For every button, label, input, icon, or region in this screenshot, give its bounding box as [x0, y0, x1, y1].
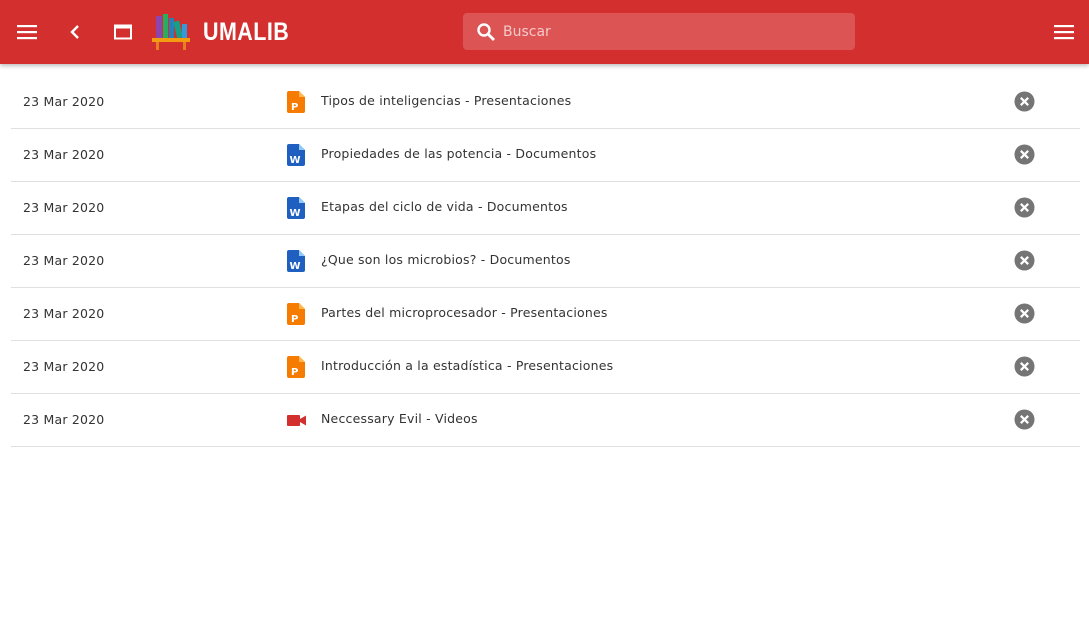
- history-row: 23 Mar 2020 P Partes del microprocesador…: [11, 288, 1080, 341]
- remove-icon[interactable]: [1014, 356, 1035, 377]
- window-icon[interactable]: [107, 16, 139, 48]
- chevron-left-icon[interactable]: [59, 16, 91, 48]
- svg-text:P: P: [291, 367, 298, 378]
- right-menu-icon[interactable]: [1048, 16, 1080, 48]
- row-date: 23 Mar 2020: [23, 94, 105, 109]
- word-document-icon: W: [287, 144, 305, 166]
- search-icon[interactable]: [476, 22, 496, 42]
- presentation-file-icon: P: [287, 91, 305, 113]
- history-row: 23 Mar 2020 P Introducción a la estadíst…: [11, 341, 1080, 394]
- row-date: 23 Mar 2020: [23, 147, 105, 162]
- history-row: 23 Mar 2020 W ¿Que son los microbios? - …: [11, 235, 1080, 288]
- row-title-link[interactable]: Introducción a la estadística - Presenta…: [321, 341, 613, 391]
- history-row: 23 Mar 2020 P Tipos de inteligencias - P…: [11, 76, 1080, 129]
- row-date: 23 Mar 2020: [23, 253, 105, 268]
- search-input[interactable]: [503, 13, 843, 50]
- row-date: 23 Mar 2020: [23, 359, 105, 374]
- remove-icon[interactable]: [1014, 303, 1035, 324]
- brand-title[interactable]: UMALIB: [203, 15, 289, 49]
- history-list: 23 Mar 2020 P Tipos de inteligencias - P…: [11, 76, 1080, 447]
- row-title-link[interactable]: ¿Que son los microbios? - Documentos: [321, 235, 571, 285]
- history-row: 23 Mar 2020 Neccessary Evil - Videos: [11, 394, 1080, 447]
- row-title-link[interactable]: Propiedades de las potencia - Documentos: [321, 129, 596, 179]
- row-title-link[interactable]: Partes del microprocesador - Presentacio…: [321, 288, 608, 338]
- remove-icon[interactable]: [1014, 91, 1035, 112]
- books-shelf-logo: [150, 12, 192, 52]
- history-row: 23 Mar 2020 W Etapas del ciclo de vida -…: [11, 182, 1080, 235]
- row-date: 23 Mar 2020: [23, 200, 105, 215]
- hamburger-menu-icon[interactable]: [11, 16, 43, 48]
- remove-icon[interactable]: [1014, 197, 1035, 218]
- remove-icon[interactable]: [1014, 250, 1035, 271]
- word-document-icon: W: [287, 250, 305, 272]
- remove-icon[interactable]: [1014, 144, 1035, 165]
- history-row: 23 Mar 2020 W Propiedades de las potenci…: [11, 129, 1080, 182]
- svg-text:W: W: [290, 261, 301, 272]
- row-title-link[interactable]: Tipos de inteligencias - Presentaciones: [321, 76, 571, 126]
- row-title-link[interactable]: Neccessary Evil - Videos: [321, 394, 478, 444]
- remove-icon[interactable]: [1014, 409, 1035, 430]
- row-date: 23 Mar 2020: [23, 306, 105, 321]
- presentation-file-icon: P: [287, 356, 305, 378]
- video-camera-icon: [287, 409, 306, 431]
- presentation-file-icon: P: [287, 303, 305, 325]
- svg-text:P: P: [291, 314, 298, 325]
- svg-text:W: W: [290, 208, 301, 219]
- search-bar[interactable]: [463, 13, 855, 50]
- row-date: 23 Mar 2020: [23, 412, 105, 427]
- word-document-icon: W: [287, 197, 305, 219]
- app-bar: UMALIB: [0, 0, 1089, 64]
- svg-text:W: W: [290, 155, 301, 166]
- svg-text:P: P: [291, 102, 298, 113]
- row-title-link[interactable]: Etapas del ciclo de vida - Documentos: [321, 182, 568, 232]
